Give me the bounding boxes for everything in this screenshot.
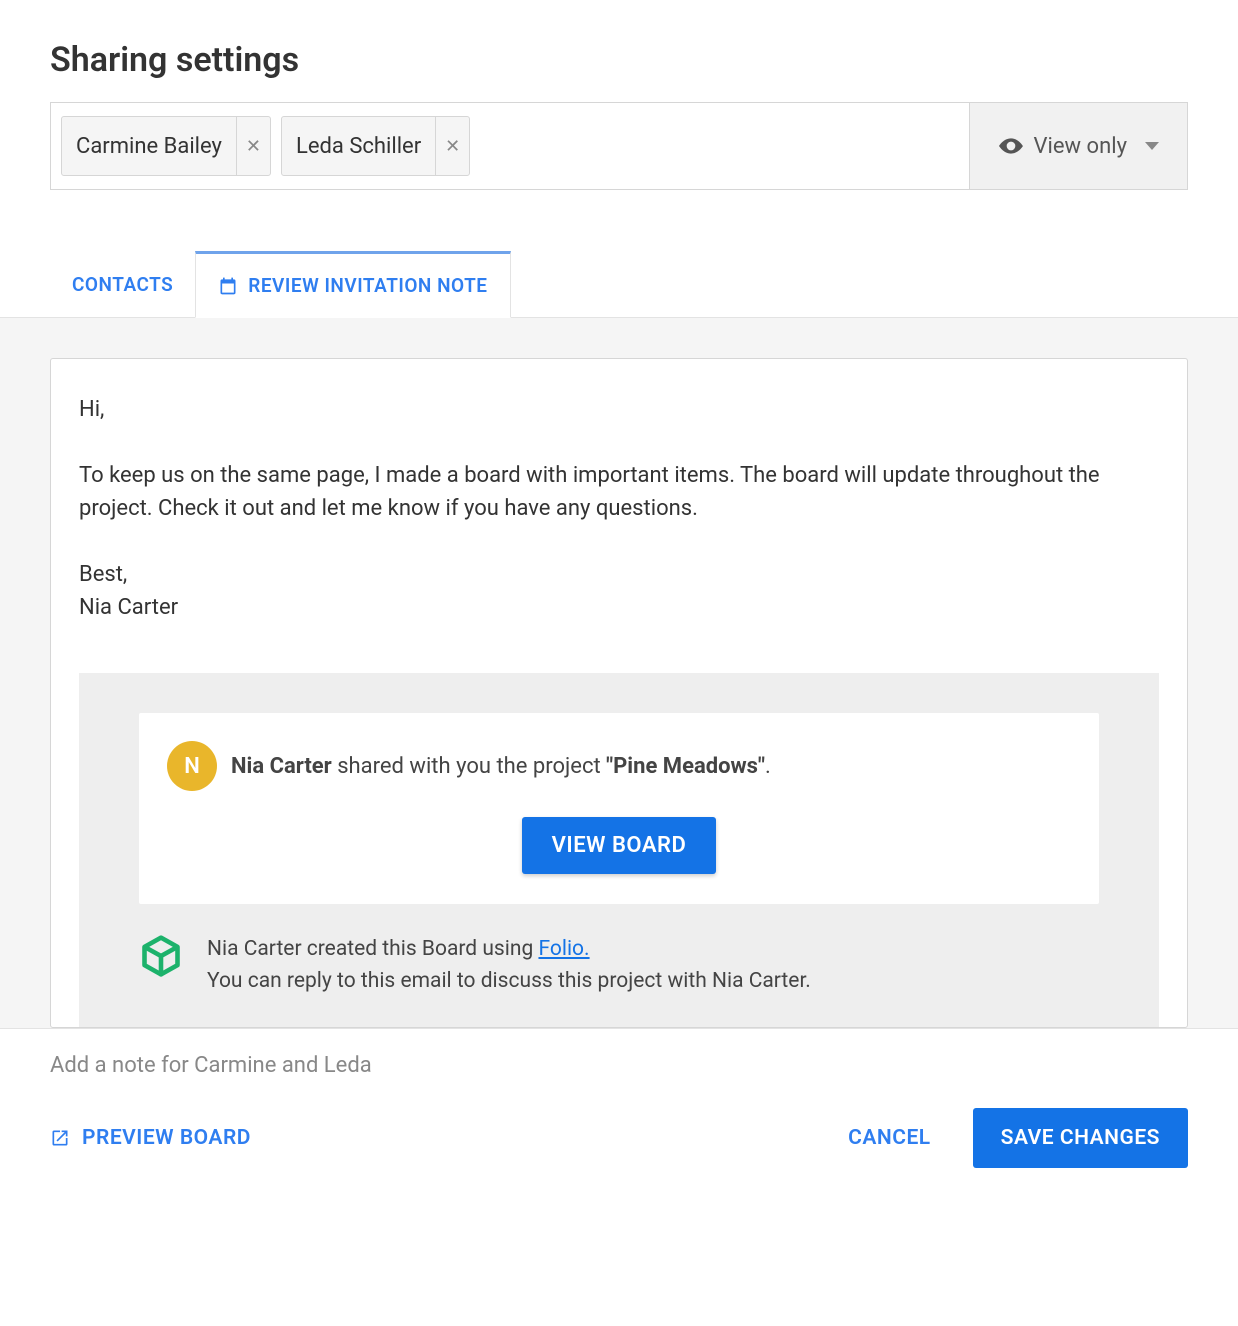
open-external-icon	[50, 1128, 70, 1148]
folio-link[interactable]: Folio.	[538, 937, 589, 961]
share-input-row: Carmine Bailey ✕ Leda Schiller ✕ View on…	[50, 102, 1188, 190]
chevron-down-icon	[1145, 142, 1159, 150]
permission-dropdown[interactable]: View only	[969, 103, 1187, 189]
project-name: "Pine Meadows"	[606, 754, 765, 779]
chip-remove-icon[interactable]: ✕	[435, 116, 469, 176]
share-preview-header: N Nia Carter shared with you the project…	[167, 741, 1071, 791]
preview-footer: Nia Carter created this Board using Foli…	[139, 934, 1099, 997]
tab-review-invitation-note[interactable]: REVIEW INVITATION NOTE	[195, 251, 510, 318]
note-body-area: Hi, To keep us on the same page, I made …	[0, 318, 1238, 1028]
eye-icon	[998, 133, 1024, 159]
tab-label: CONTACTS	[72, 273, 173, 296]
bottom-actions: PREVIEW BOARD CANCEL SAVE CHANGES	[50, 1108, 1188, 1168]
tab-contacts[interactable]: CONTACTS	[50, 251, 195, 318]
permission-label: View only	[1034, 134, 1127, 159]
recipient-chip: Carmine Bailey ✕	[61, 116, 271, 176]
sharer-name: Nia Carter	[231, 754, 332, 779]
footer-created-text: Nia Carter created this Board using	[207, 937, 538, 961]
avatar: N	[167, 741, 217, 791]
view-board-button[interactable]: VIEW BOARD	[522, 817, 717, 874]
preview-board-label: PREVIEW BOARD	[82, 1126, 251, 1150]
invitation-note-text[interactable]: Hi, To keep us on the same page, I made …	[79, 393, 1159, 653]
save-changes-button[interactable]: SAVE CHANGES	[973, 1108, 1188, 1168]
tab-label: REVIEW INVITATION NOTE	[248, 274, 487, 297]
recipient-chip-label: Leda Schiller	[296, 134, 421, 159]
note-panel: Hi, To keep us on the same page, I made …	[50, 358, 1188, 1028]
share-mid-text: shared with you the project	[332, 754, 606, 779]
recipient-chip-label: Carmine Bailey	[76, 134, 222, 159]
preview-board-button[interactable]: PREVIEW BOARD	[50, 1126, 251, 1150]
folio-icon	[139, 934, 183, 978]
recipient-chip: Leda Schiller ✕	[281, 116, 470, 176]
recipient-chips-area[interactable]: Carmine Bailey ✕ Leda Schiller ✕	[51, 103, 969, 189]
preview-footer-text: Nia Carter created this Board using Foli…	[207, 934, 811, 997]
tabs: CONTACTS REVIEW INVITATION NOTE	[0, 250, 1238, 318]
page-title: Sharing settings	[50, 40, 1188, 80]
share-preview-card: N Nia Carter shared with you the project…	[139, 713, 1099, 904]
note-icon	[218, 276, 238, 296]
cancel-button[interactable]: CANCEL	[822, 1110, 957, 1166]
footer-reply-text: You can reply to this email to discuss t…	[207, 969, 811, 993]
bottom-bar: Add a note for Carmine and Leda PREVIEW …	[0, 1028, 1238, 1202]
chip-remove-icon[interactable]: ✕	[236, 116, 270, 176]
trailing-period: .	[765, 754, 771, 779]
add-note-caption: Add a note for Carmine and Leda	[50, 1053, 1188, 1078]
share-preview-text: Nia Carter shared with you the project "…	[231, 754, 771, 779]
email-preview-block: N Nia Carter shared with you the project…	[79, 673, 1159, 1027]
